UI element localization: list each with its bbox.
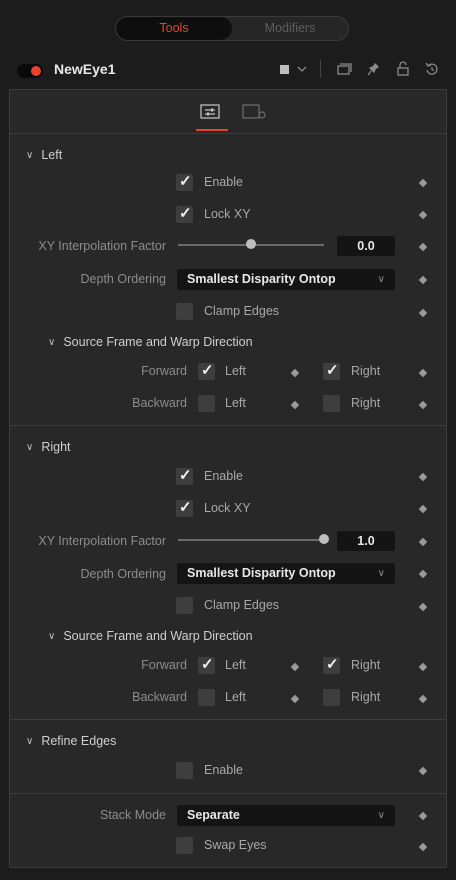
left-bwd-right-checkbox[interactable] (323, 395, 340, 412)
color-swatch-icon[interactable] (279, 60, 291, 82)
right-interp-input[interactable]: 1.0 (337, 531, 395, 551)
refine-enable-label: Enable (204, 763, 243, 777)
left-bwd-left-checkbox[interactable] (198, 395, 215, 412)
left-fwd-left-label: Left (225, 364, 246, 378)
divider (9, 793, 447, 794)
left-enable-checkbox[interactable]: ✓ (176, 173, 193, 191)
left-enable-label: Enable (204, 175, 243, 189)
stack-mode-dropdown[interactable]: Separate ∨ (177, 805, 395, 826)
checkmark-icon: ✓ (326, 656, 339, 673)
divider (9, 425, 447, 426)
node-name: NewEye1 (54, 61, 116, 77)
left-lockxy-checkbox[interactable]: ✓ (176, 205, 193, 223)
section-left-toggle[interactable]: ∨ Left (26, 148, 62, 162)
right-fwd-left-label: Left (225, 658, 246, 672)
left-fwd-right-checkbox[interactable]: ✓ (323, 362, 340, 380)
right-depth-dropdown[interactable]: Smallest Disparity Ontop ∨ (177, 563, 395, 584)
left-source-title: Source Frame and Warp Direction (63, 335, 253, 349)
checkmark-icon: ✓ (201, 362, 214, 379)
section-left-title: Left (41, 148, 63, 162)
swap-eyes-checkbox[interactable] (176, 837, 193, 854)
divider (9, 133, 447, 134)
lock-icon[interactable] (396, 60, 410, 82)
stack-mode-label: Stack Mode (99, 808, 166, 822)
left-bwd-right-label: Right (351, 396, 381, 410)
left-fwd-left-checkbox[interactable]: ✓ (198, 362, 215, 380)
tab-tools[interactable]: Tools (116, 17, 232, 40)
right-enable-checkbox[interactable]: ✓ (176, 467, 193, 485)
left-lockxy-label: Lock XY (204, 207, 251, 221)
chevron-down-icon: ∨ (48, 336, 56, 348)
tool-modifier-tabs: Tools Modifiers (115, 16, 349, 41)
left-interp-input[interactable]: 0.0 (337, 236, 395, 256)
right-interp-slider[interactable] (178, 539, 324, 541)
toggle-dot (31, 66, 41, 76)
chevron-down-icon: ∨ (48, 630, 56, 642)
section-right-toggle[interactable]: ∨ Right (26, 440, 71, 454)
right-lockxy-label: Lock XY (204, 501, 251, 515)
right-clamp-label: Clamp Edges (204, 598, 280, 612)
chevron-down-icon[interactable] (296, 60, 308, 82)
left-backward-label: Backward (132, 396, 187, 410)
node-enable-toggle[interactable] (17, 64, 43, 78)
header-separator (320, 60, 321, 78)
checkmark-icon: ✓ (326, 362, 339, 379)
right-interp-label: XY Interpolation Factor (38, 534, 166, 548)
right-bwd-left-label: Left (225, 690, 246, 704)
right-enable-label: Enable (204, 469, 243, 483)
stack-mode-value: Separate (187, 808, 240, 822)
left-depth-value: Smallest Disparity Ontop (187, 272, 336, 286)
chevron-down-icon: ∨ (377, 810, 385, 821)
window-icon[interactable] (336, 60, 352, 82)
reset-icon[interactable] (424, 60, 440, 82)
right-bwd-left-checkbox[interactable] (198, 689, 215, 706)
section-right-title: Right (41, 440, 71, 454)
right-lockxy-checkbox[interactable]: ✓ (176, 499, 193, 517)
chevron-down-icon: ∨ (377, 568, 385, 579)
checkmark-icon: ✓ (179, 499, 192, 516)
left-fwd-right-label: Right (351, 364, 381, 378)
swap-eyes-label: Swap Eyes (204, 838, 267, 852)
right-bwd-right-checkbox[interactable] (323, 689, 340, 706)
section-refine-title: Refine Edges (41, 734, 117, 748)
sliders-icon[interactable] (200, 103, 222, 124)
right-fwd-left-checkbox[interactable]: ✓ (198, 656, 215, 674)
checkmark-icon: ✓ (201, 656, 214, 673)
checkmark-icon: ✓ (179, 467, 192, 484)
checkmark-icon: ✓ (179, 205, 192, 222)
section-refine-toggle[interactable]: ∨ Refine Edges (26, 734, 116, 748)
right-fwd-right-label: Right (351, 658, 381, 672)
right-backward-label: Backward (132, 690, 187, 704)
checkmark-icon: ✓ (179, 173, 192, 190)
chevron-down-icon: ∨ (26, 149, 34, 161)
left-depth-label: Depth Ordering (80, 272, 166, 286)
left-source-toggle[interactable]: ∨ Source Frame and Warp Direction (48, 335, 253, 349)
right-bwd-right-label: Right (351, 690, 381, 704)
chevron-down-icon: ∨ (26, 735, 34, 747)
active-tab-underline (196, 129, 228, 131)
tab-modifiers[interactable]: Modifiers (232, 17, 348, 40)
right-forward-label: Forward (141, 658, 187, 672)
left-bwd-left-label: Left (225, 396, 246, 410)
chevron-down-icon: ∨ (26, 441, 34, 453)
left-forward-label: Forward (141, 364, 187, 378)
refine-enable-checkbox[interactable] (176, 762, 193, 779)
chevron-down-icon: ∨ (377, 274, 385, 285)
right-interp-slider-handle[interactable] (319, 534, 329, 544)
right-depth-value: Smallest Disparity Ontop (187, 566, 336, 580)
right-clamp-checkbox[interactable] (176, 597, 193, 614)
divider (9, 719, 447, 720)
right-fwd-right-checkbox[interactable]: ✓ (323, 656, 340, 674)
pin-icon[interactable] (366, 60, 382, 82)
right-source-toggle[interactable]: ∨ Source Frame and Warp Direction (48, 629, 253, 643)
right-depth-label: Depth Ordering (80, 567, 166, 581)
left-clamp-checkbox[interactable] (176, 303, 193, 320)
right-source-title: Source Frame and Warp Direction (63, 629, 253, 643)
left-clamp-label: Clamp Edges (204, 304, 280, 318)
settings-tab-icon[interactable] (242, 103, 268, 124)
left-interp-label: XY Interpolation Factor (38, 239, 166, 253)
left-interp-slider-handle[interactable] (246, 239, 256, 249)
left-depth-dropdown[interactable]: Smallest Disparity Ontop ∨ (177, 269, 395, 290)
